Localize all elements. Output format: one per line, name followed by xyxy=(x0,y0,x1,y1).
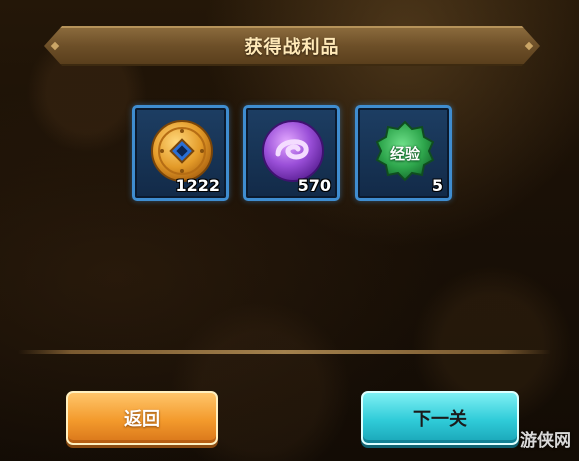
page-title: 获得战利品 xyxy=(244,37,340,58)
watermark-logo: 游侠网 xyxy=(520,431,571,451)
banner-ornament-left-icon xyxy=(51,42,59,50)
next-level-button[interactable]: 下一关 xyxy=(361,391,519,445)
reward-slot-orb[interactable]: 570 xyxy=(243,105,340,201)
divider xyxy=(18,350,551,354)
reward-count: 570 xyxy=(297,176,331,195)
experience-label: 经验 xyxy=(389,145,420,163)
reward-count: 5 xyxy=(431,176,443,195)
reward-slot-experience[interactable]: 经验 5 xyxy=(355,105,452,201)
back-button[interactable]: 返回 xyxy=(66,391,218,445)
reward-count: 1222 xyxy=(175,176,220,195)
banner-ornament-right-icon xyxy=(525,42,533,50)
reward-slot-coin[interactable]: 1222 xyxy=(132,105,229,201)
title-banner: 获得战利品 xyxy=(44,26,540,66)
